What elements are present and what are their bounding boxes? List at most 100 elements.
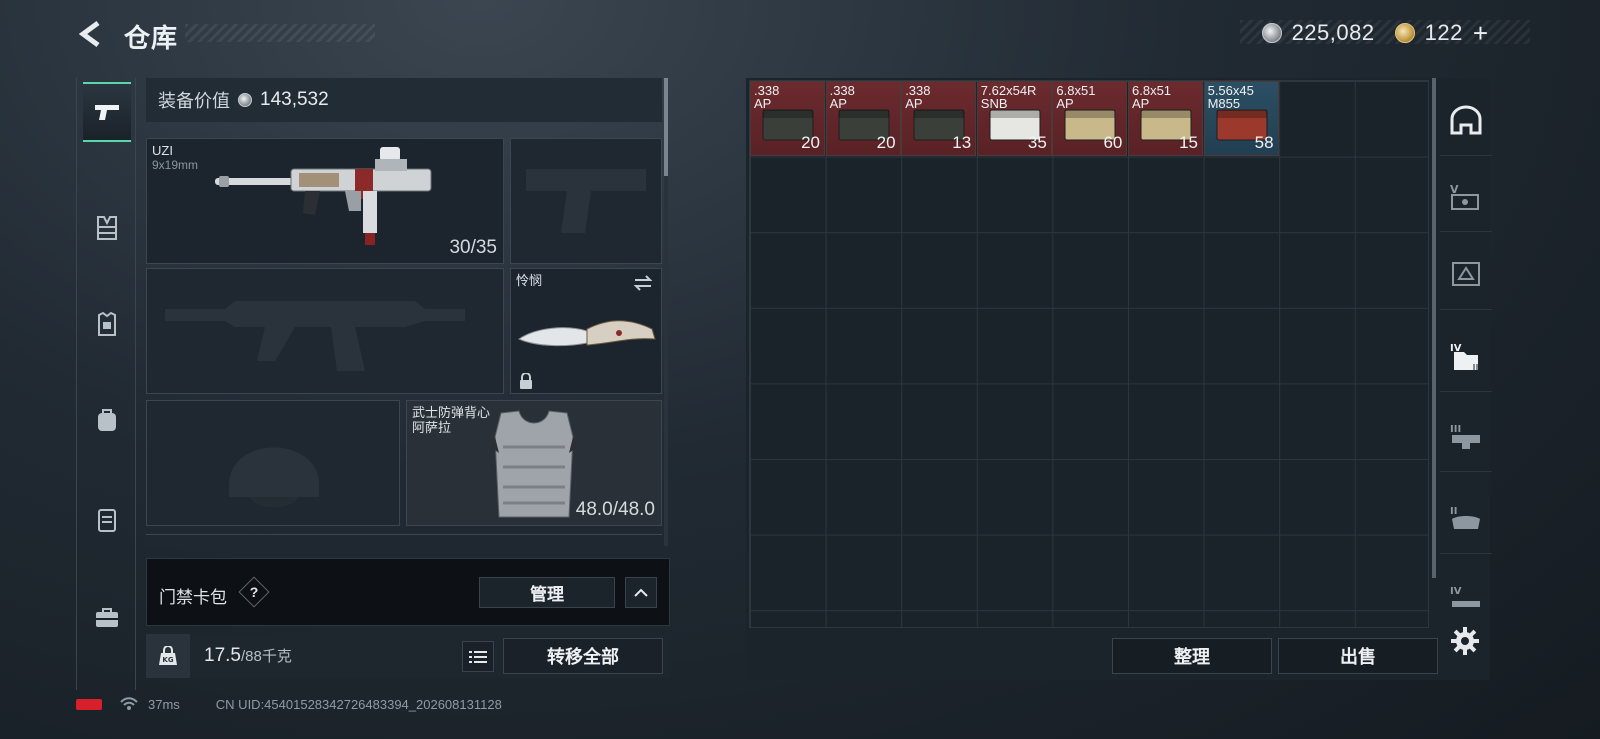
chevron-up-icon <box>634 588 648 597</box>
tier-4-folder-icon: IV <box>1450 343 1478 370</box>
briefcase-icon <box>96 608 118 627</box>
item-name: 6.8x51 AP <box>1056 83 1096 111</box>
tab-chest-rig[interactable] <box>83 198 131 258</box>
pistol-silhouette-icon <box>526 169 646 233</box>
weight-bar: KG 17.5/88千克 转移全部 <box>146 634 670 678</box>
help-button[interactable]: ? <box>238 576 270 608</box>
manage-button[interactable]: 管理 <box>479 577 615 608</box>
item-quantity: 20 <box>801 133 820 152</box>
weapon-name: UZI <box>152 143 173 158</box>
tab-tier-3[interactable]: III <box>1440 400 1492 472</box>
storage-item[interactable]: 6.8x51 AP 15 <box>1128 81 1203 156</box>
pistol-icon <box>95 105 119 120</box>
item-name: 7.62x54R SNB <box>980 83 1037 111</box>
storage-item[interactable]: 6.8x51 AP 60 <box>1052 81 1128 156</box>
item-name: .338 AP <box>754 83 780 111</box>
item-quantity: 58 <box>1254 133 1274 152</box>
tab-tier-4-folder[interactable]: IV <box>1440 320 1492 392</box>
tab-tier-5[interactable]: V <box>1440 160 1492 232</box>
silver-coin-icon <box>238 93 252 107</box>
equipment-value: 143,532 <box>260 89 329 110</box>
armor-name: 武士防弹背心 <box>412 405 491 420</box>
title-decoration <box>185 24 375 42</box>
storage-scrollbar[interactable] <box>1432 78 1436 578</box>
item-quantity: 13 <box>952 133 972 152</box>
more-slots-edge <box>146 534 662 548</box>
gold-coin-icon <box>1394 23 1415 43</box>
battery-icon <box>76 698 102 710</box>
collapse-button[interactable] <box>625 577 657 608</box>
weapon-caliber: 9x19mm <box>152 158 199 172</box>
backpack-icon <box>98 409 116 431</box>
melee-slot[interactable]: 怜悯 <box>510 268 662 394</box>
item-name: 5.56x45 M855 <box>1207 83 1254 111</box>
equipment-scroll-thumb[interactable] <box>664 78 668 176</box>
tier-2-storage-icon: II <box>1450 506 1480 529</box>
item-name: 6.8x51 AP <box>1132 83 1172 111</box>
settings-gear-icon[interactable] <box>1450 626 1480 656</box>
armor-vest-image <box>491 410 577 518</box>
storage-grid[interactable]: .338 AP 20 .338 AP 20 .338 AP 13 7.62x54R SNB 3… <box>749 80 1429 628</box>
tab-briefcase[interactable] <box>83 588 131 648</box>
equipment-category-rail <box>76 78 136 690</box>
armor-durability: 48.0/48.0 <box>575 499 655 520</box>
current-weight: 17.5 <box>204 645 241 666</box>
storage-item[interactable]: .338 AP 20 <box>750 81 825 156</box>
primary-weapon-slot[interactable]: UZI 9x19mm 30/35 <box>146 138 504 264</box>
silver-coin-icon <box>1261 23 1282 43</box>
body-armor-slot[interactable]: 武士防弹背心 阿萨拉 48.0/48.0 <box>406 400 662 526</box>
list-view-button[interactable] <box>462 641 494 672</box>
uzi-weapon-image <box>215 147 432 245</box>
helmet-slot[interactable] <box>146 400 400 526</box>
storage-item[interactable]: .338 AP 20 <box>825 81 901 156</box>
weapon-ammo-count: 30/35 <box>449 237 497 258</box>
silver-balance: 225,082 <box>1291 20 1375 45</box>
storage-item[interactable]: .338 AP 13 <box>901 81 977 156</box>
storage-item[interactable]: 5.56x45 M855 58 <box>1203 81 1279 156</box>
back-arrow-icon[interactable] <box>78 20 104 48</box>
sort-button[interactable]: 整理 <box>1112 638 1272 674</box>
tab-weapon[interactable] <box>83 82 131 142</box>
storage-tier-rail: V IV III II IV <box>1440 78 1492 618</box>
equipment-panel: 装备价值 143,532 UZI 9x19mm 30/35 怜悯 武士防弹背心 … <box>146 78 670 548</box>
item-name: .338 AP <box>905 83 931 111</box>
sell-button[interactable]: 出售 <box>1278 638 1438 674</box>
svg-text:IV: IV <box>1450 586 1462 597</box>
secondary-weapon-slot[interactable] <box>146 268 504 394</box>
melee-name: 怜悯 <box>516 273 543 288</box>
help-icon: ? <box>249 584 259 600</box>
svg-text:KG: KG <box>162 656 173 664</box>
equipment-value-header: 装备价值 143,532 <box>146 78 662 122</box>
add-currency-button[interactable]: + <box>1473 20 1488 46</box>
storage-panel: .338 AP 20 .338 AP 20 .338 AP 13 7.62x54R SNB 3… <box>746 78 1490 680</box>
lock-icon <box>520 373 532 389</box>
svg-text:II: II <box>1450 506 1457 517</box>
tab-tier-2[interactable]: II <box>1440 482 1492 554</box>
stash-arch-icon <box>1450 105 1482 134</box>
transfer-all-button[interactable]: 转移全部 <box>503 638 663 674</box>
tab-backpack[interactable] <box>83 390 131 450</box>
item-quantity: 20 <box>876 133 896 152</box>
knife-image <box>517 320 656 347</box>
storage-item[interactable]: 7.62x54R SNB 35 <box>976 81 1052 156</box>
tier-5-storage-icon: V <box>1450 183 1479 210</box>
tab-tier-4-crate[interactable] <box>1440 238 1492 310</box>
keycard-wallet-bar: 门禁卡包 ? 管理 <box>146 558 670 626</box>
item-quantity: 35 <box>1027 133 1047 152</box>
user-id: CN UID:4540152834272648339​4_20260813112… <box>215 696 502 712</box>
tier-3-storage-icon: III <box>1450 424 1480 449</box>
item-quantity: 60 <box>1103 133 1123 152</box>
helmet-silhouette-icon <box>229 447 319 508</box>
tab-container[interactable] <box>83 490 131 550</box>
swap-icon[interactable] <box>633 275 653 291</box>
svg-text:III: III <box>1450 424 1461 435</box>
tab-body-armor[interactable] <box>83 294 131 354</box>
kettlebell-icon: KG <box>159 646 177 665</box>
tab-tier-4-extra[interactable]: IV <box>1440 562 1492 634</box>
chest-rig-icon <box>97 216 117 240</box>
equipment-value-label: 装备价值 <box>158 91 230 111</box>
pistol-slot[interactable] <box>510 138 662 264</box>
weight-readout: 17.5/88千克 <box>204 645 292 667</box>
tab-stash-main[interactable] <box>1440 84 1492 156</box>
rifle-silhouette-icon <box>165 301 465 371</box>
